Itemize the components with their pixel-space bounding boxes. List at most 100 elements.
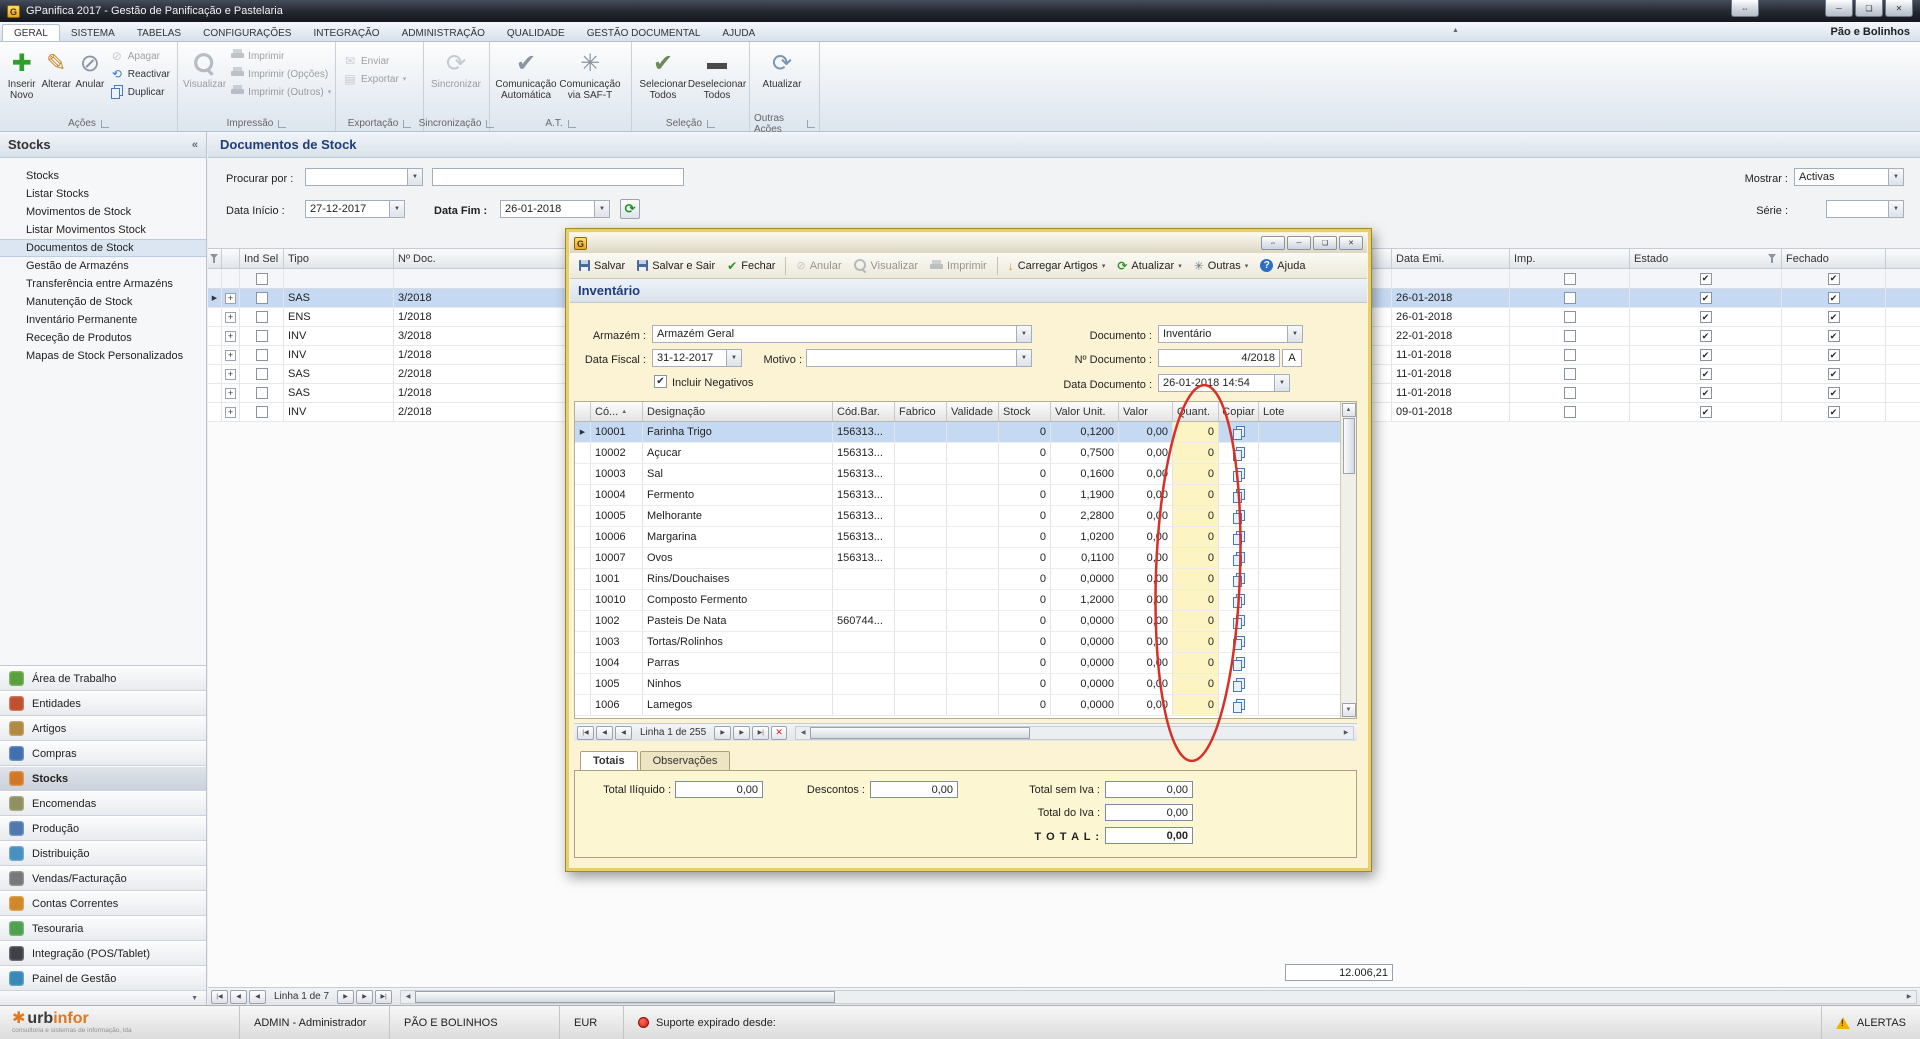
ndoc-input[interactable]: 4/2018 [1158,349,1280,367]
module-nav-item[interactable]: Painel de Gestão [0,966,206,991]
inventory-row[interactable]: ▶ 1005 Ninhos 0 0,0000 0,00 0 [575,674,1356,695]
cell-quant[interactable]: 0 [1173,695,1219,715]
cell-quant[interactable]: 0 [1173,569,1219,589]
scrollbar-thumb[interactable] [415,991,835,1003]
minimize-button[interactable]: ─ [1287,236,1311,250]
cell-quant[interactable]: 0 [1173,548,1219,568]
module-nav-item[interactable]: Artigos [0,716,206,741]
anular-button[interactable]: ⊘Anular [791,257,846,274]
sidebar-item[interactable]: Listar Movimentos Stock [0,221,206,239]
col-validade[interactable]: Validade [947,402,999,422]
fechado-checkbox[interactable] [1828,368,1840,380]
col-valor[interactable]: Valor [1119,402,1173,422]
serie-input[interactable]: A [1282,349,1302,367]
imprimir-outros-button[interactable]: Imprimir (Outros)▾ [227,84,334,100]
tab-observacoes[interactable]: Observações [640,751,731,770]
prev-page-button[interactable]: ◀ [596,726,613,740]
row-select-checkbox[interactable] [256,406,268,418]
alterar-button[interactable]: ✎ Alterar [39,45,73,92]
expand-icon[interactable]: + [225,388,236,399]
scroll-up-icon[interactable]: ▲ [1342,403,1356,417]
copy-icon[interactable] [1233,699,1244,711]
copy-icon[interactable] [1233,678,1244,690]
exportar-button[interactable]: ▤ Exportar▾ [340,71,409,87]
module-nav-item[interactable]: Tesouraria [0,916,206,941]
deselecionar-todos-button[interactable]: ▬ Deselecionar Todos [690,45,744,103]
comunicacao-automatica-button[interactable]: ✔ Comunicação Automática [494,45,558,103]
inventory-row[interactable]: ▶ 10002 Açucar 156313... 0 0,7500 0,00 0 [575,443,1356,464]
outras-button[interactable]: ✳Outras▾ [1189,257,1254,275]
vertical-scrollbar[interactable]: ▲ ▼ [1340,402,1356,718]
module-nav-item[interactable]: Encomendas [0,791,206,816]
cell-quant[interactable]: 0 [1173,653,1219,673]
imp-checkbox[interactable] [1564,311,1576,323]
module-nav-item[interactable]: Entidades [0,691,206,716]
col-quant[interactable]: Quant. [1173,402,1219,422]
procurar-input[interactable] [432,168,684,186]
cell-quant[interactable]: 0 [1173,674,1219,694]
menu-tab[interactable]: AJUDA [711,25,766,41]
atualizar-button[interactable]: ⟳ Atualizar [754,45,810,92]
incluir-negativos-checkbox[interactable] [654,375,667,388]
imprimir-button[interactable]: Imprimir [925,258,992,274]
chevron-down-icon[interactable]: ▼ [407,169,422,185]
inventory-row[interactable]: ▶ 10007 Ovos 156313... 0 0,1100 0,00 0 [575,548,1356,569]
row-select-checkbox[interactable] [256,368,268,380]
estado-checkbox[interactable] [1700,406,1712,418]
atualizar-button[interactable]: ⟳Atualizar▾ [1112,257,1186,275]
last-record-button[interactable]: ▶| [375,990,392,1004]
row-select-checkbox[interactable] [256,349,268,361]
copy-icon[interactable] [1233,447,1244,459]
inventory-row[interactable]: ▶ 10003 Sal 156313... 0 0,1600 0,00 0 [575,464,1356,485]
cell-quant[interactable]: 0 [1173,464,1219,484]
copy-icon[interactable] [1233,636,1244,648]
duplicar-button[interactable]: Duplicar [107,84,173,101]
clear-filter-button[interactable]: ✕ [771,726,787,740]
col-codigo[interactable]: Có...▲ [591,402,643,422]
sidebar-item[interactable]: Listar Stocks [0,185,206,203]
sidebar-item[interactable]: Documentos de Stock [0,239,206,257]
visualizar-button[interactable]: Visualizar [182,45,227,92]
dialog-launcher-icon[interactable] [568,120,576,128]
cell-quant[interactable]: 0 [1173,527,1219,547]
imp-checkbox[interactable] [1564,368,1576,380]
module-nav-item[interactable]: Compras [0,741,206,766]
copy-icon[interactable] [1233,489,1244,501]
copy-icon[interactable] [1233,426,1244,438]
inventory-row[interactable]: ▶ 1006 Lamegos 0 0,0000 0,00 0 [575,695,1356,716]
visualizar-button[interactable]: Visualizar [849,257,924,274]
col-fabrico[interactable]: Fabrico [895,402,947,422]
sidebar-item[interactable]: Mapas de Stock Personalizados [0,347,206,365]
chevron-down-icon[interactable]: ▼ [1016,326,1031,342]
fechado-checkbox[interactable] [1828,311,1840,323]
module-nav-item[interactable]: Stocks [0,766,206,791]
copy-icon[interactable] [1233,531,1244,543]
estado-checkbox[interactable] [1700,368,1712,380]
col-cod-bar[interactable]: Cód.Bar. [833,402,895,422]
collapse-sidebar-icon[interactable]: « [192,139,198,151]
filter-funnel-icon[interactable] [210,254,219,263]
menu-tab[interactable]: SISTEMA [60,25,126,41]
sincronizar-button[interactable]: ⟳ Sincronizar [428,45,484,92]
cell-quant[interactable]: 0 [1173,590,1219,610]
next-page-button[interactable]: ▶ [356,990,373,1004]
window-arrange-button[interactable]: ⇔ [1731,0,1759,17]
imp-checkbox[interactable] [1564,406,1576,418]
close-button[interactable]: ✕ [1885,0,1913,17]
row-select-checkbox[interactable] [256,330,268,342]
inventory-row[interactable]: ▶ 1004 Parras 0 0,0000 0,00 0 [575,653,1356,674]
cell-quant[interactable]: 0 [1173,422,1219,442]
imprimir-button[interactable]: Imprimir [227,48,334,64]
dialog-launcher-icon[interactable] [707,120,715,128]
fechado-checkbox[interactable] [1828,406,1840,418]
scroll-right-icon[interactable]: ▶ [1902,993,1916,1000]
data-fim-input[interactable]: 26-01-2018 ▼ [500,200,610,218]
expand-icon[interactable]: + [225,312,236,323]
prev-page-button[interactable]: ◀ [230,990,247,1004]
copy-icon[interactable] [1233,573,1244,585]
next-page-button[interactable]: ▶ [733,726,750,740]
selecionar-todos-button[interactable]: ✔ Selecionar Todos [636,45,690,103]
first-record-button[interactable]: |◀ [211,990,228,1004]
cell-quant[interactable]: 0 [1173,632,1219,652]
estado-checkbox[interactable] [1700,387,1712,399]
